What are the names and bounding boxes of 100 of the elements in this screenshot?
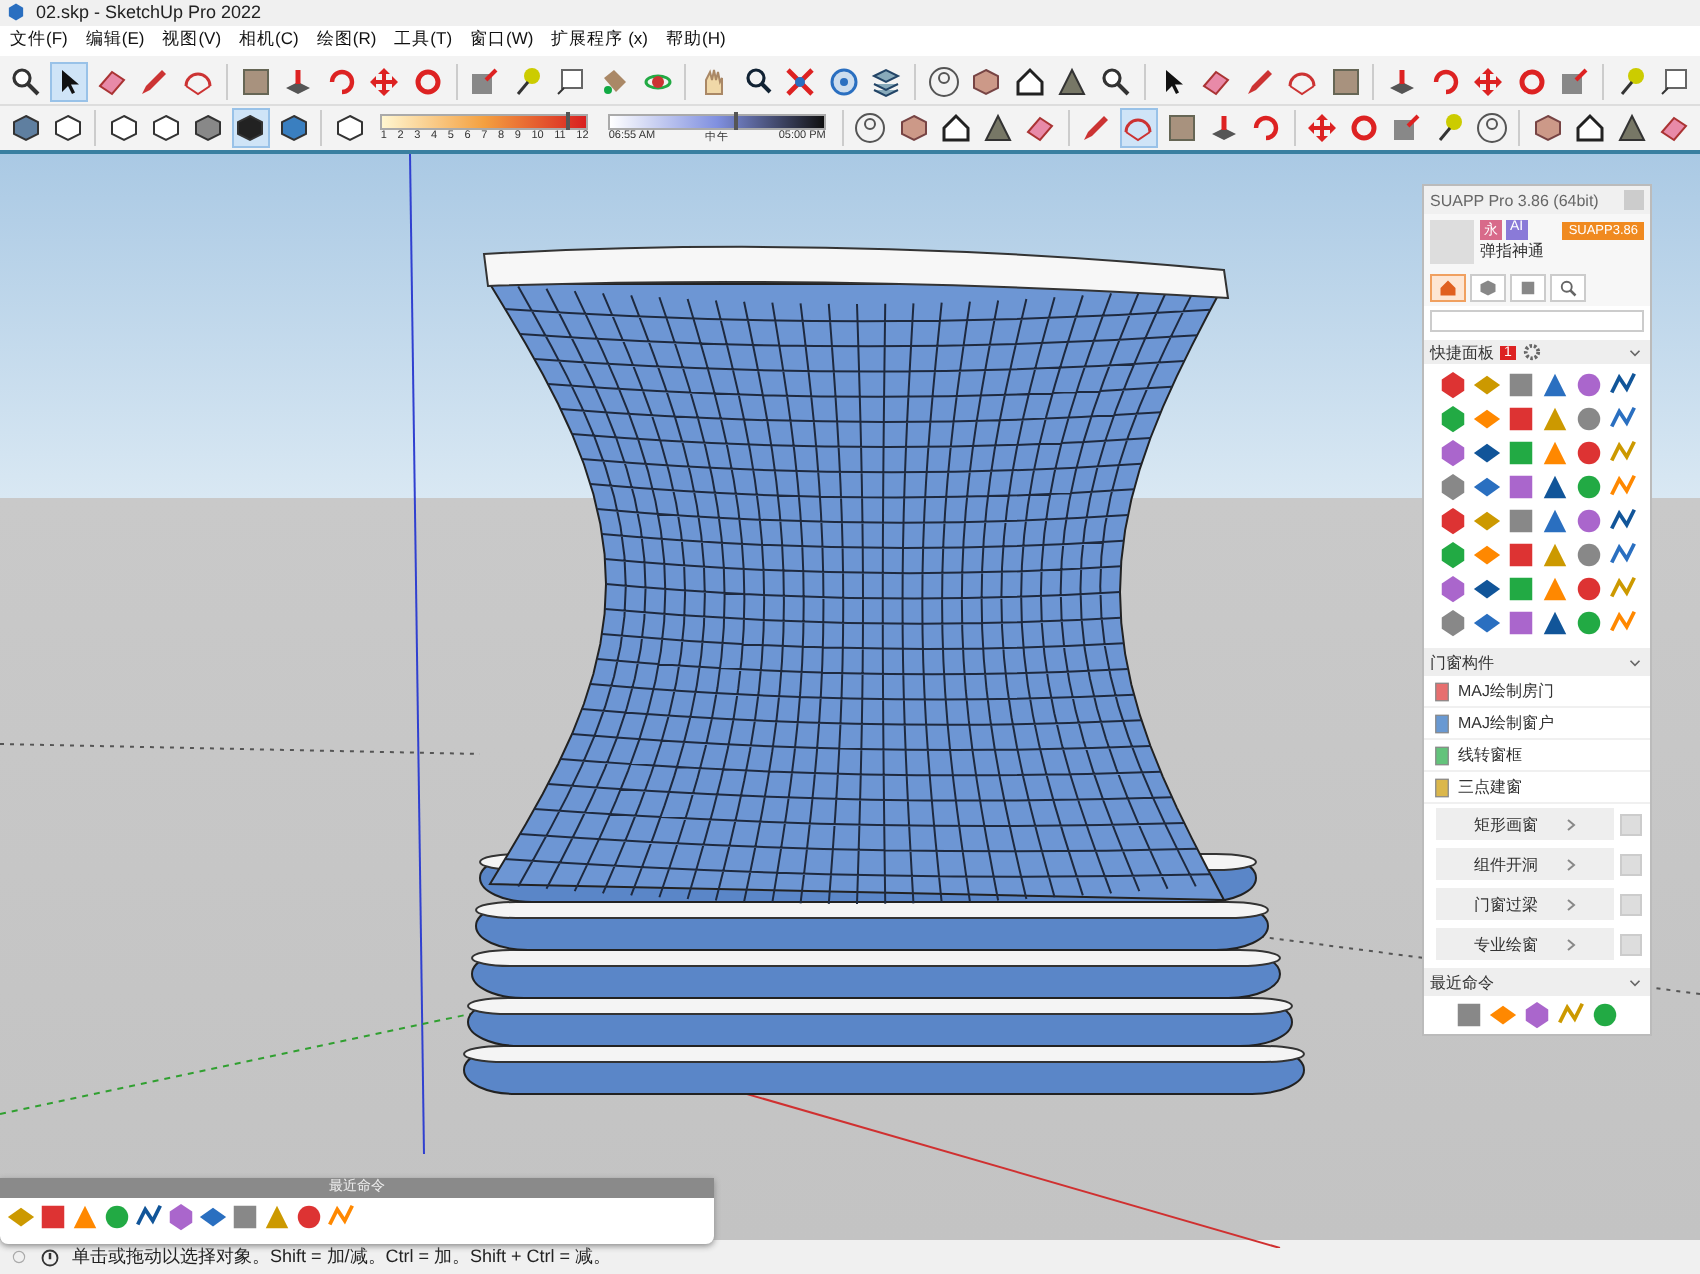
box-icon: [1518, 278, 1538, 299]
push-pull-icon: [282, 66, 315, 99]
zoom-extents-icon: [784, 66, 817, 99]
circle-icon: [1573, 574, 1603, 605]
section-header[interactable]: 门窗构件: [1424, 648, 1650, 677]
tool-button[interactable]: [851, 108, 890, 148]
slider-thumb[interactable]: [566, 112, 571, 130]
section-title: 最近命令: [1430, 971, 1494, 994]
command-item[interactable]: 三点建窗: [1424, 772, 1650, 805]
circular-arrows-icon: [1348, 112, 1381, 144]
tool-button[interactable]: [49, 62, 89, 103]
section-header[interactable]: 最近命令: [1424, 968, 1650, 997]
submenu-button[interactable]: 门窗过梁: [1436, 888, 1614, 921]
door-icon: [1432, 745, 1452, 766]
menu-item[interactable]: 帮助(H): [660, 28, 738, 53]
square-icon: [1165, 112, 1198, 144]
tool-button[interactable]: [923, 62, 963, 103]
cube-icon: [1478, 278, 1498, 299]
menu-item[interactable]: 窗口(W): [464, 28, 546, 53]
square-icon: [1505, 404, 1535, 435]
submenu-button[interactable]: 组件开洞: [1436, 848, 1614, 881]
section-title: 快捷面板: [1430, 341, 1494, 364]
chevron-right-icon: [1566, 937, 1576, 952]
panel-tab[interactable]: [1430, 274, 1466, 303]
triangle-icon: [70, 1202, 100, 1233]
command-item[interactable]: MAJ绘制房门: [1424, 676, 1650, 709]
menu-item[interactable]: 扩展程序 (x): [545, 28, 660, 53]
square-icon: [239, 66, 272, 99]
zoom-window-icon: [741, 66, 774, 99]
chevron-right-icon: [1566, 857, 1576, 872]
panel-tab[interactable]: [1470, 274, 1506, 303]
hexagon-icon: [1522, 1000, 1552, 1031]
scale-box-icon: [1558, 66, 1591, 99]
search-field[interactable]: [1430, 310, 1644, 333]
scale-box-icon: [1390, 112, 1423, 144]
menu-item[interactable]: 绘图(R): [310, 28, 389, 53]
tool-button[interactable]: [1472, 108, 1511, 148]
submenu-button[interactable]: 矩形画窗: [1436, 808, 1614, 841]
cube-icon: [51, 112, 84, 144]
scale-box-icon: [468, 66, 501, 99]
month-slider[interactable]: [380, 114, 589, 130]
time-slider[interactable]: [608, 113, 826, 129]
circle-icon: [1590, 1000, 1620, 1031]
circle-icon: [1573, 370, 1603, 401]
pencil-icon: [1243, 66, 1276, 99]
hexagon-icon: [1437, 506, 1467, 537]
menu-item[interactable]: 工具(T): [388, 28, 465, 53]
push-pull-icon: [1207, 112, 1240, 144]
app-logo-icon: [6, 2, 26, 23]
door-icon: [1432, 777, 1452, 798]
panel-tab[interactable]: [1510, 274, 1546, 303]
hexagon-icon: [1437, 370, 1467, 401]
house-icon: [1574, 112, 1607, 144]
person-icon: [927, 66, 960, 99]
style-button[interactable]: [231, 108, 271, 148]
menu-item[interactable]: 编辑(E): [79, 28, 157, 53]
person-icon: [854, 112, 887, 144]
circular-arrows-icon: [411, 66, 444, 99]
menu-item[interactable]: 视图(V): [156, 28, 234, 53]
cube-icon: [9, 112, 42, 144]
eraser-icon: [95, 66, 128, 99]
pyramid-icon: [1616, 112, 1649, 144]
panel-tab[interactable]: [1550, 274, 1586, 303]
status-text: 单击或拖动以选择对象。Shift = 加/减。Ctrl = 加。Shift + Ctrl = 减。: [72, 1244, 612, 1271]
hexagon-icon: [1437, 540, 1467, 571]
cube-icon: [277, 112, 310, 144]
triangle-icon: [1539, 574, 1569, 605]
triangle-icon: [1539, 608, 1569, 639]
hexagon-icon: [166, 1202, 196, 1233]
tool-button[interactable]: [1571, 108, 1610, 148]
menu-item[interactable]: 文件(F): [4, 28, 80, 53]
submenu-button[interactable]: 专业绘窗: [1436, 928, 1614, 961]
chevron-right-icon: [1566, 897, 1576, 912]
square-icon: [38, 1202, 68, 1233]
circle-icon: [102, 1202, 132, 1233]
cube-icon: [234, 112, 267, 144]
cube-icon: [970, 66, 1003, 99]
square-icon: [1454, 1000, 1484, 1031]
circle-icon: [1573, 404, 1603, 435]
cube-icon: [897, 112, 930, 144]
command-item[interactable]: MAJ绘制窗户: [1424, 708, 1650, 741]
circle-icon: [1573, 540, 1603, 571]
triangle-icon: [1539, 370, 1569, 401]
circle-icon: [1573, 438, 1603, 469]
triangle-icon: [1539, 472, 1569, 503]
slider-thumb[interactable]: [734, 111, 739, 129]
command-item[interactable]: 线转窗框: [1424, 740, 1650, 773]
house-icon: [1438, 278, 1458, 299]
hexagon-icon: [1437, 438, 1467, 469]
hexagon-icon: [1437, 404, 1467, 435]
eraser-icon: [1658, 112, 1691, 144]
triangle-icon: [1539, 506, 1569, 537]
circle-icon: [1573, 608, 1603, 639]
hexagon-icon: [1437, 608, 1467, 639]
triangle-icon: [1539, 540, 1569, 571]
person-icon: [1475, 112, 1508, 144]
section-title: 门窗构件: [1430, 651, 1494, 674]
menu-item[interactable]: 相机(C): [233, 28, 311, 53]
circle-icon: [294, 1202, 324, 1233]
house-icon: [1013, 66, 1046, 99]
